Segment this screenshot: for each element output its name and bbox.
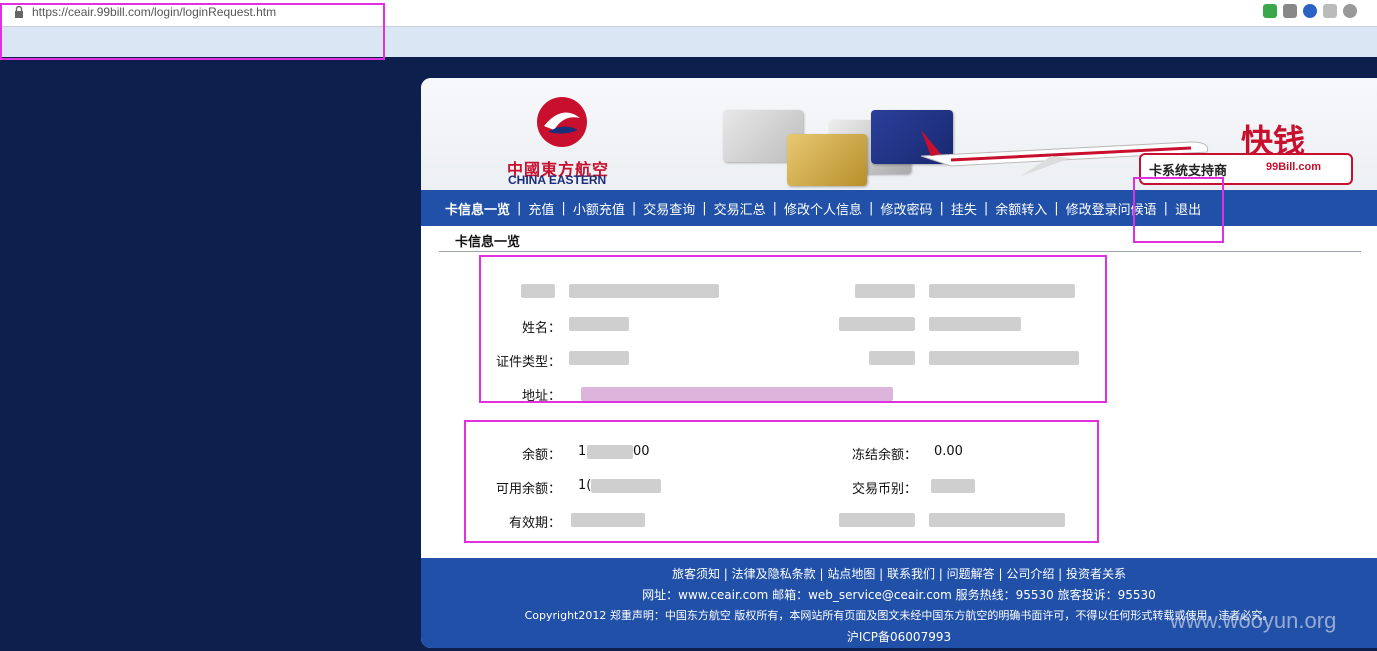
- nav-transaction-summary[interactable]: 交易汇总: [714, 199, 766, 218]
- nav-change-password[interactable]: 修改密码: [880, 199, 932, 218]
- nav-separator: |: [983, 200, 989, 216]
- title-divider: [439, 251, 1361, 252]
- nav-separator: |: [869, 200, 874, 216]
- nav-separator: |: [561, 200, 566, 216]
- china-eastern-logo-icon: [537, 97, 587, 147]
- header-banner: 中國東方航空 CHINA EASTERN 快钱 卡系统支持商 99Bill.co…: [421, 78, 1377, 190]
- nav-card-info[interactable]: 卡信息一览: [445, 199, 510, 218]
- chevron-down-icon[interactable]: [1323, 4, 1337, 18]
- watermark: www.wooyun.org: [1170, 608, 1337, 633]
- nav-recharge[interactable]: 充值: [528, 199, 554, 218]
- card-image: [787, 134, 867, 186]
- browser-toolbar-icons: [1263, 4, 1357, 18]
- refresh-icon[interactable]: [1343, 4, 1357, 18]
- nav-separator: |: [702, 200, 707, 216]
- annotation-balance-box: [464, 420, 1099, 543]
- shield-icon[interactable]: [1263, 4, 1277, 18]
- nav-edit-profile[interactable]: 修改个人信息: [784, 199, 862, 218]
- main-nav: 卡信息一览 | 充值 | 小额充值 | 交易查询 | 交易汇总 | 修改个人信息…: [421, 190, 1377, 226]
- speed-icon[interactable]: [1303, 4, 1317, 18]
- brand-name-en: CHINA EASTERN: [508, 173, 607, 187]
- page-title: 卡信息一览: [455, 235, 521, 250]
- footer: 旅客须知 | 法律及隐私条款 | 站点地图 | 联系我们 | 问题解答 | 公司…: [421, 558, 1377, 648]
- nav-separator: |: [517, 200, 522, 216]
- annotation-card-info-box: [479, 255, 1107, 403]
- nav-balance-transfer[interactable]: 余额转入: [995, 199, 1047, 218]
- nav-small-recharge[interactable]: 小额充值: [573, 199, 625, 218]
- nav-separator: |: [772, 200, 778, 216]
- nav-separator: |: [631, 200, 637, 216]
- footer-links[interactable]: 旅客须知 | 法律及隐私条款 | 站点地图 | 联系我们 | 问题解答 | 公司…: [421, 565, 1377, 582]
- annotation-logout-box: [1133, 177, 1224, 243]
- nav-separator: |: [1054, 200, 1059, 216]
- nav-transaction-query[interactable]: 交易查询: [643, 199, 695, 218]
- support-brand: 99Bill.com: [1266, 161, 1322, 173]
- nav-report-loss[interactable]: 挂失: [951, 199, 977, 218]
- footer-contact: 网址：www.ceair.com 邮箱：web_service@ceair.co…: [642, 588, 1156, 602]
- nav-separator: |: [939, 200, 944, 216]
- qr-code-icon[interactable]: [1283, 4, 1297, 18]
- annotation-url-box: [0, 3, 385, 60]
